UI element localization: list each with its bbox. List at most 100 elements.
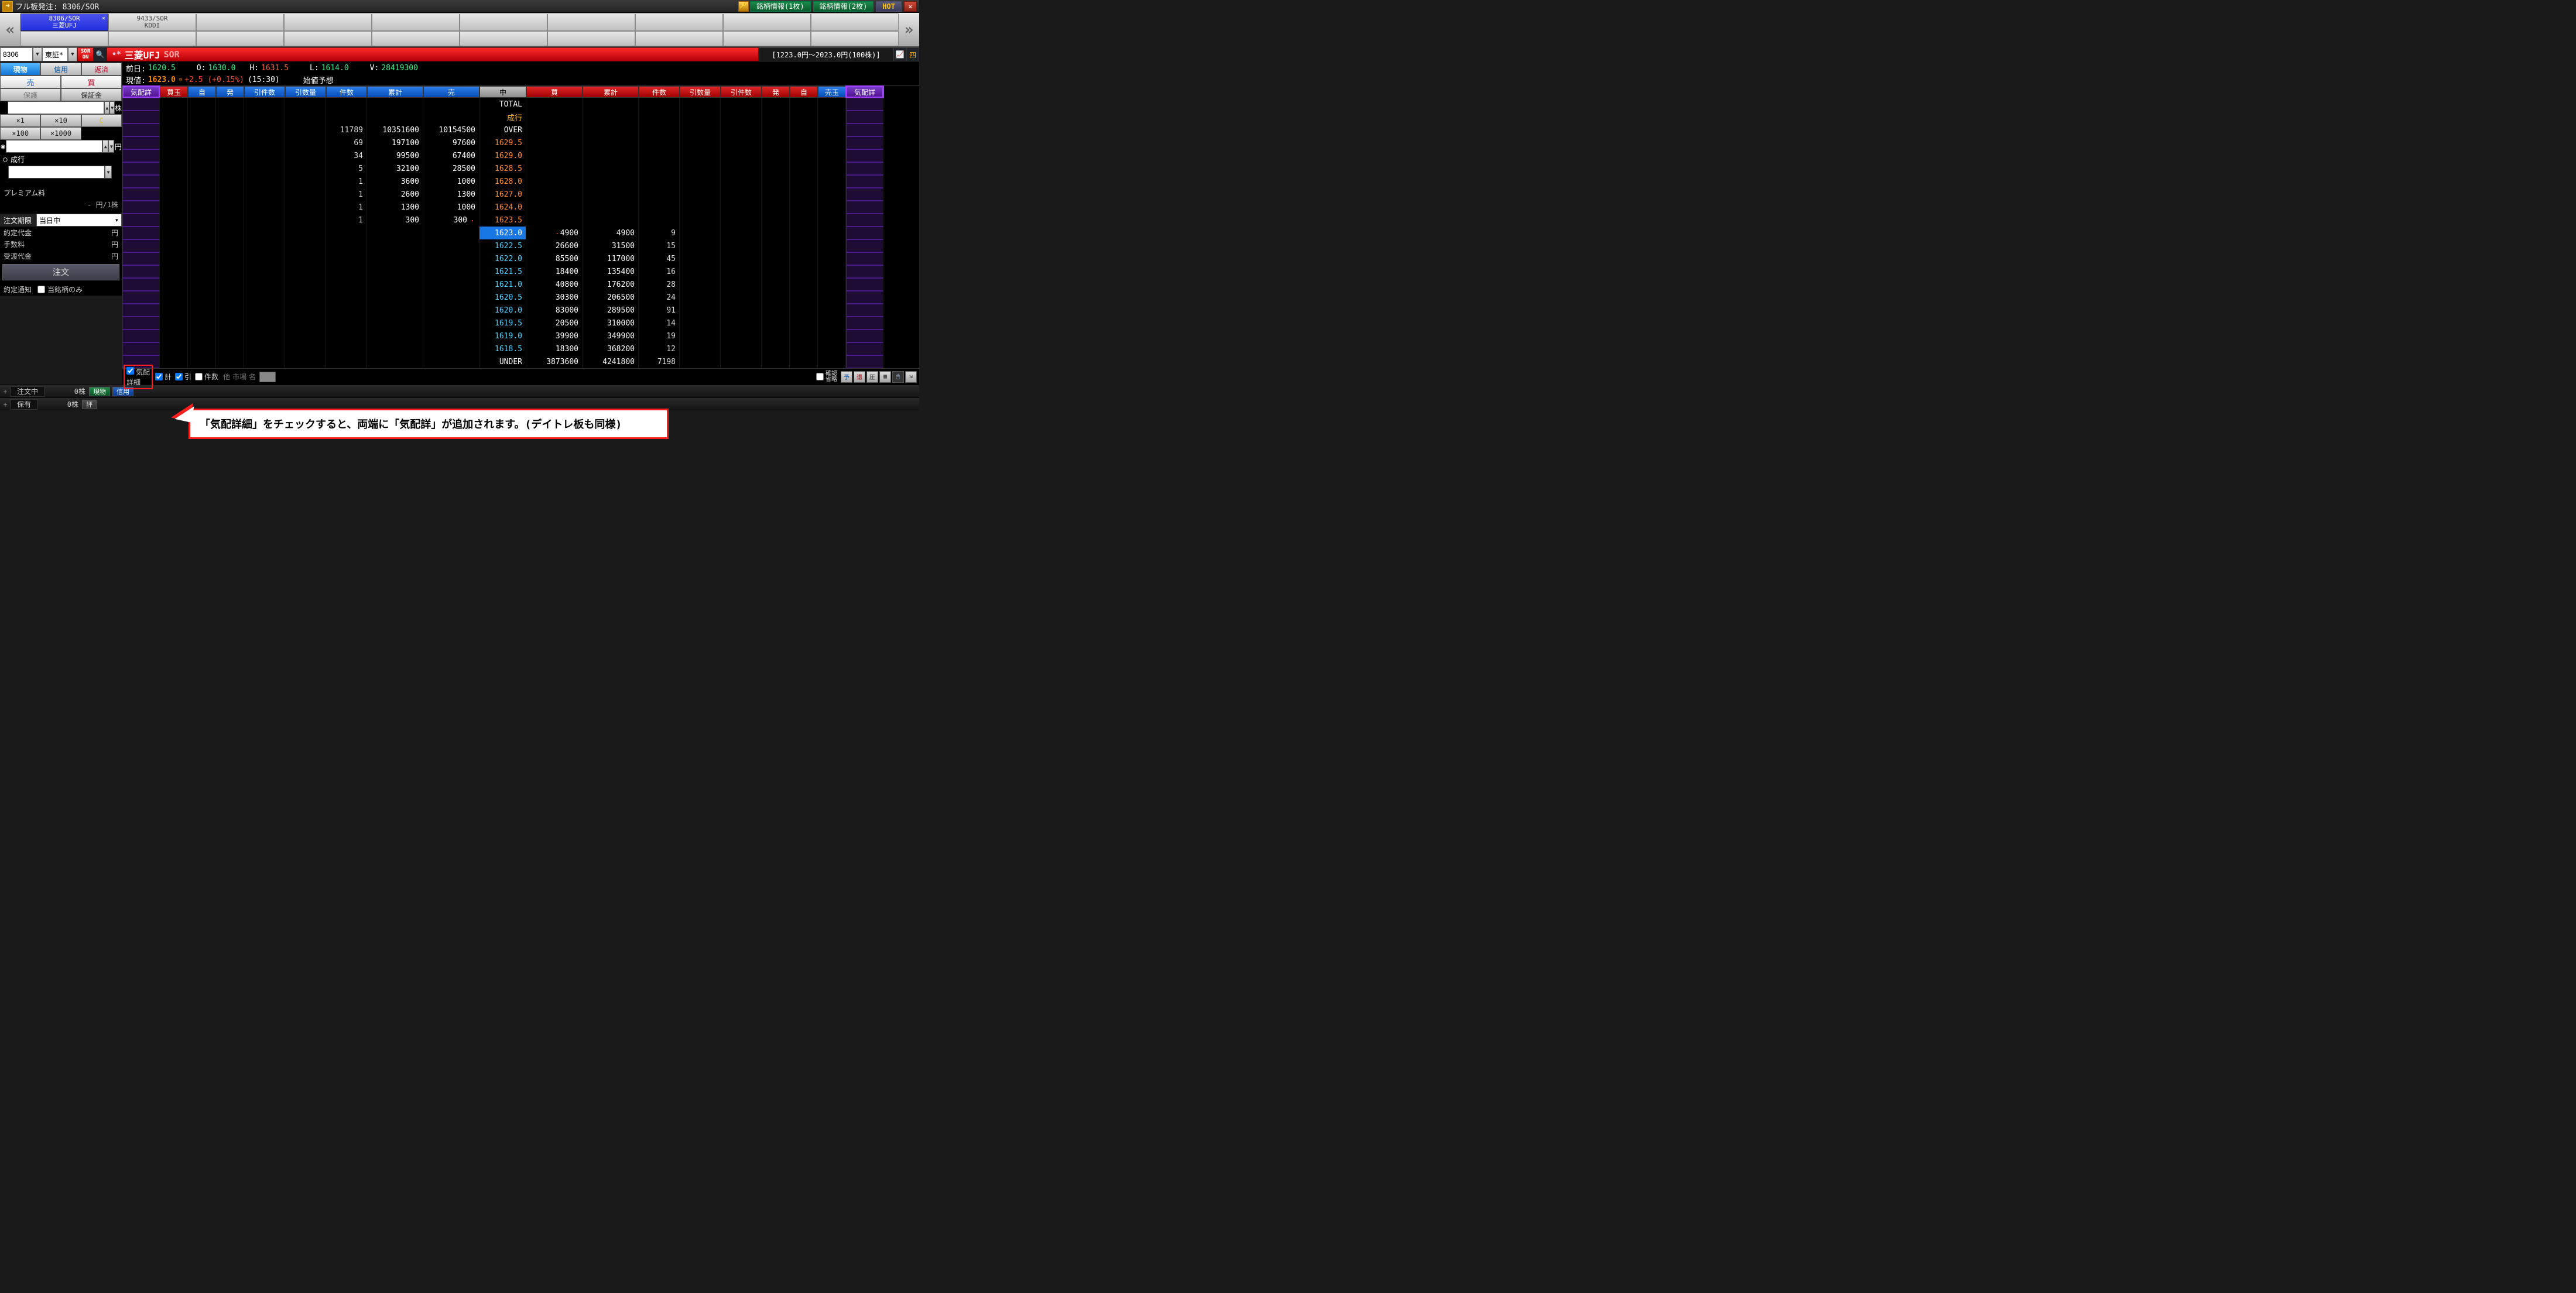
kehai-detail-cell[interactable] — [846, 355, 883, 368]
close-tab-icon[interactable]: × — [190, 15, 193, 22]
shinyou-pill[interactable]: 信用 — [112, 387, 133, 396]
kehai-detail-cell[interactable] — [846, 149, 883, 162]
kehai-detail-cell[interactable] — [846, 136, 883, 149]
kehai-detail-cell[interactable] — [846, 227, 883, 239]
board-row[interactable]: 117891035160010154500OVER — [122, 124, 919, 136]
qty-x1000-button[interactable]: ×1000 — [40, 127, 81, 140]
empty-tab-slot[interactable] — [372, 31, 460, 46]
tab-genbutsu[interactable]: 現物 — [0, 63, 40, 76]
qty-x1-button[interactable]: ×1 — [0, 114, 40, 127]
price-step-up[interactable]: ▲ — [102, 140, 108, 153]
hiki-checkbox[interactable] — [175, 373, 183, 380]
kehai-detail-cell[interactable] — [122, 239, 160, 252]
hoshokin-button[interactable]: 保証金 — [61, 88, 122, 101]
quantity-input[interactable] — [8, 101, 104, 114]
other-market-field[interactable] — [259, 372, 276, 382]
kehai-detail-cell[interactable] — [122, 317, 160, 330]
board-row[interactable]: 1300300・1623.5 — [122, 214, 919, 227]
kehai-detail-cell[interactable] — [846, 188, 883, 201]
kehai-detail-cell[interactable] — [122, 342, 160, 355]
kehai-detail-cell[interactable] — [846, 162, 883, 175]
symbol-code-dropdown[interactable]: ▼ — [33, 47, 42, 61]
kehai-detail-cell[interactable] — [846, 201, 883, 214]
qty-x10-button[interactable]: ×10 — [40, 114, 81, 127]
hoken-button[interactable]: 保護 — [0, 88, 61, 101]
board-row[interactable]: 1623.0・490049009 — [122, 227, 919, 239]
kehai-detail-cell[interactable] — [846, 304, 883, 317]
empty-tab-slot[interactable] — [635, 13, 723, 31]
board-row[interactable]: 1260013001627.0 — [122, 188, 919, 201]
sor-toggle[interactable]: SORON — [77, 47, 94, 61]
empty-tab-slot[interactable] — [108, 31, 196, 46]
submit-order-button[interactable]: 注文 — [2, 264, 119, 280]
mini-mouse-button[interactable]: 🖱 — [892, 371, 904, 383]
kehai-detail-cell[interactable] — [122, 278, 160, 291]
board-row[interactable]: 69197100976001629.5 — [122, 136, 919, 149]
board-row[interactable]: UNDER387360042418007198 — [122, 355, 919, 368]
empty-tab-slot[interactable] — [372, 13, 460, 31]
kehai-detail-cell[interactable] — [846, 265, 883, 278]
kehai-detail-cell[interactable] — [122, 330, 160, 342]
board-row[interactable]: 1130010001624.0 — [122, 201, 919, 214]
qty-x100-button[interactable]: ×100 — [0, 127, 40, 140]
empty-tab-slot[interactable] — [460, 31, 547, 46]
kehai-detail-cell[interactable] — [122, 149, 160, 162]
kehai-detail-cell[interactable] — [122, 175, 160, 188]
price-input[interactable] — [6, 140, 102, 153]
kehai-detail-cell[interactable] — [846, 111, 883, 124]
hot-button[interactable]: HOT — [876, 1, 902, 12]
kehai-detail-cell[interactable] — [846, 330, 883, 342]
empty-tab-slot[interactable] — [811, 31, 899, 46]
empty-tab-slot[interactable] — [284, 31, 372, 46]
mini-atsu-button[interactable]: 圧 — [866, 371, 878, 383]
chart-mini-icon[interactable]: 📈 — [893, 47, 906, 61]
key-icon[interactable]: 🔑 — [738, 1, 749, 12]
expand-orders-icon[interactable]: + — [0, 387, 11, 396]
kehai-detail-cell[interactable] — [122, 227, 160, 239]
board-row[interactable]: 1621.51840013540016 — [122, 265, 919, 278]
kehai-detail-cell[interactable] — [122, 291, 160, 304]
kehai-detail-cell[interactable] — [122, 201, 160, 214]
qty-step-down[interactable]: ▼ — [109, 101, 115, 114]
kehai-detail-cell[interactable] — [846, 239, 883, 252]
empty-tab-slot[interactable] — [20, 31, 108, 46]
empty-tab-slot[interactable] — [811, 13, 899, 31]
board-row[interactable]: 1360010001628.0 — [122, 175, 919, 188]
mini-tai-button[interactable]: 退 — [854, 371, 865, 383]
kehai-detail-cell[interactable] — [846, 342, 883, 355]
kehai-detail-cell[interactable] — [846, 175, 883, 188]
mini-grid-button[interactable]: ▦ — [879, 371, 891, 383]
qty-step-up[interactable]: ▲ — [104, 101, 109, 114]
order-expiry-select[interactable]: 当日中▾ — [36, 214, 122, 227]
empty-tab-slot[interactable] — [284, 13, 372, 31]
kehai-detail-cell[interactable] — [122, 111, 160, 124]
board-row[interactable]: 1622.5266003150015 — [122, 239, 919, 252]
cond-dropdown[interactable]: ▼ — [105, 166, 112, 179]
empty-tab-slot[interactable] — [635, 31, 723, 46]
search-icon[interactable]: 🔍 — [94, 47, 107, 61]
qty-clear-button[interactable]: C — [81, 114, 122, 127]
board-row[interactable]: 1619.52050031000014 — [122, 317, 919, 330]
symbol-tab[interactable]: 9433/SOR KDDI × — [108, 13, 196, 31]
board-row[interactable]: 3499500674001629.0 — [122, 149, 919, 162]
kehai-detail-checkbox[interactable] — [126, 367, 134, 375]
board-row[interactable]: 1622.08550011700045 — [122, 252, 919, 265]
stock-info-2-button[interactable]: 銘柄情報(2枚) — [813, 1, 874, 12]
kehai-detail-cell[interactable] — [122, 124, 160, 136]
empty-tab-slot[interactable] — [547, 31, 635, 46]
symbol-code-input[interactable] — [0, 47, 33, 61]
condition-input[interactable] — [8, 166, 105, 179]
board-row[interactable]: 1618.51830036820012 — [122, 342, 919, 355]
expand-holdings-icon[interactable]: + — [0, 400, 11, 409]
kehai-detail-cell[interactable] — [122, 136, 160, 149]
kehai-detail-cell[interactable] — [846, 317, 883, 330]
board-row[interactable]: TOTAL — [122, 98, 919, 111]
empty-tab-slot[interactable] — [460, 13, 547, 31]
full-board-mini-icon[interactable]: 四 — [906, 47, 919, 61]
kehai-detail-cell[interactable] — [846, 252, 883, 265]
hyou-pill[interactable]: 評 — [82, 400, 97, 409]
symbol-tab-active[interactable]: 8306/SOR 三菱UFJ × — [20, 13, 108, 31]
board-row[interactable]: 1620.08300028950091 — [122, 304, 919, 317]
genbutsu-pill[interactable]: 現物 — [89, 387, 110, 396]
mini-expand-button[interactable]: ⇲ — [905, 371, 917, 383]
